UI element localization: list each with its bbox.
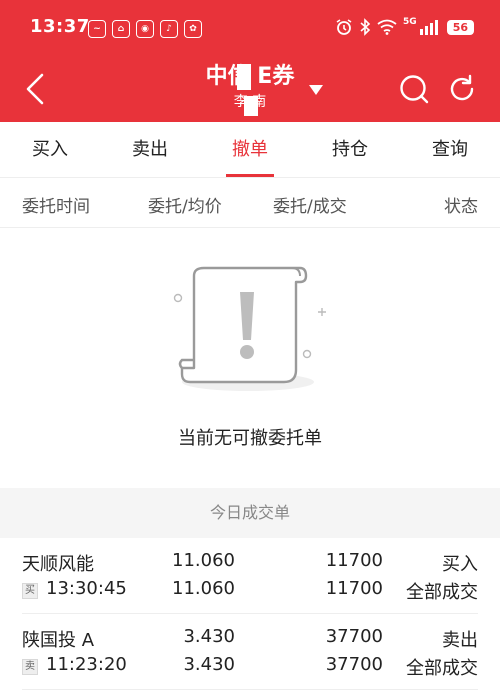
trade-side-badge: 买 [22, 583, 38, 599]
trade-order-qty: 11700 [325, 550, 383, 571]
refresh-icon [450, 74, 474, 101]
wifi-icon [377, 19, 397, 35]
alarm-icon [336, 19, 352, 35]
tab-query[interactable]: 查询 [400, 122, 500, 177]
trade-avg-price: 11.060 [172, 578, 235, 599]
app-header: 13:37 ~ ⌂ ◉ ♪ ✿ 5G 56 中信 E券 李 南 [0, 0, 500, 122]
trade-side: 卖出 [442, 630, 478, 651]
today-trades-list: 天顺风能 买 13:30:45 11.060 11.060 11700 1170… [0, 538, 500, 690]
trade-side: 买入 [442, 554, 478, 575]
home-app-icon: ⌂ [112, 20, 130, 38]
redaction-block [237, 64, 251, 90]
trade-status: 全部成交 [406, 582, 478, 603]
notification-icons: ~ ⌂ ◉ ♪ ✿ [88, 20, 202, 38]
trade-stock-name: 陕国投 A [22, 630, 95, 651]
search-icon [400, 75, 429, 104]
tab-sell[interactable]: 卖出 [100, 122, 200, 177]
gift-icon: ✿ [184, 20, 202, 38]
trade-side-badge: 卖 [22, 659, 38, 675]
empty-document-exclamation-icon [173, 266, 326, 391]
empty-state-message: 当前无可撤委托单 [178, 428, 322, 449]
refresh-button[interactable] [447, 74, 477, 104]
status-right: 5G 56 [335, 17, 474, 36]
column-header-order-time: 委托时间 [22, 197, 90, 217]
trade-order-price: 3.430 [183, 626, 235, 647]
trade-order-qty: 37700 [325, 626, 383, 647]
bluetooth-icon [360, 18, 371, 36]
column-header-price: 委托/均价 [148, 197, 222, 217]
battery-indicator: 56 [446, 19, 474, 35]
trade-status: 全部成交 [406, 658, 478, 679]
trade-time: 13:30:45 [46, 578, 127, 599]
column-header-quantity: 委托/成交 [273, 197, 347, 217]
trade-filled-qty: 37700 [325, 654, 383, 675]
status-bar: 13:37 ~ ⌂ ◉ ♪ ✿ 5G 56 [0, 0, 500, 56]
tab-positions[interactable]: 持仓 [300, 122, 400, 177]
trade-order-price: 11.060 [172, 550, 235, 571]
today-trades-section-header: 今日成交单 [0, 488, 500, 538]
redaction-block [244, 96, 258, 116]
music-icon: ♪ [160, 20, 178, 38]
search-button[interactable] [399, 74, 429, 104]
order-column-headers: 委托时间 委托/均价 委托/成交 状态 [0, 178, 500, 228]
tab-cancel-order[interactable]: 撤单 [200, 122, 300, 177]
trade-row[interactable]: 陕国投 A 卖 11:23:20 3.430 3.430 37700 37700… [22, 614, 478, 690]
broker-account-selector[interactable]: 中信 E券 李 南 [150, 62, 350, 116]
tab-buy[interactable]: 买入 [0, 122, 100, 177]
weibo-icon: ◉ [136, 20, 154, 38]
trade-tabs: 买入 卖出 撤单 持仓 查询 [0, 122, 500, 178]
status-time: 13:37 [30, 16, 90, 37]
empty-state: 当前无可撤委托单 [0, 228, 500, 486]
trade-avg-price: 3.430 [183, 654, 235, 675]
dropdown-caret-icon [309, 85, 323, 95]
trade-time: 11:23:20 [46, 654, 127, 675]
back-button[interactable] [22, 72, 50, 106]
column-header-status: 状态 [444, 197, 478, 217]
trade-row[interactable]: 天顺风能 买 13:30:45 11.060 11.060 11700 1170… [22, 538, 478, 614]
stock-app-icon: ~ [88, 20, 106, 38]
network-type-label: 5G [403, 17, 417, 27]
trade-filled-qty: 11700 [325, 578, 383, 599]
trade-stock-name: 天顺风能 [22, 554, 94, 575]
signal-icon [419, 20, 438, 35]
chevron-left-icon [26, 73, 44, 105]
